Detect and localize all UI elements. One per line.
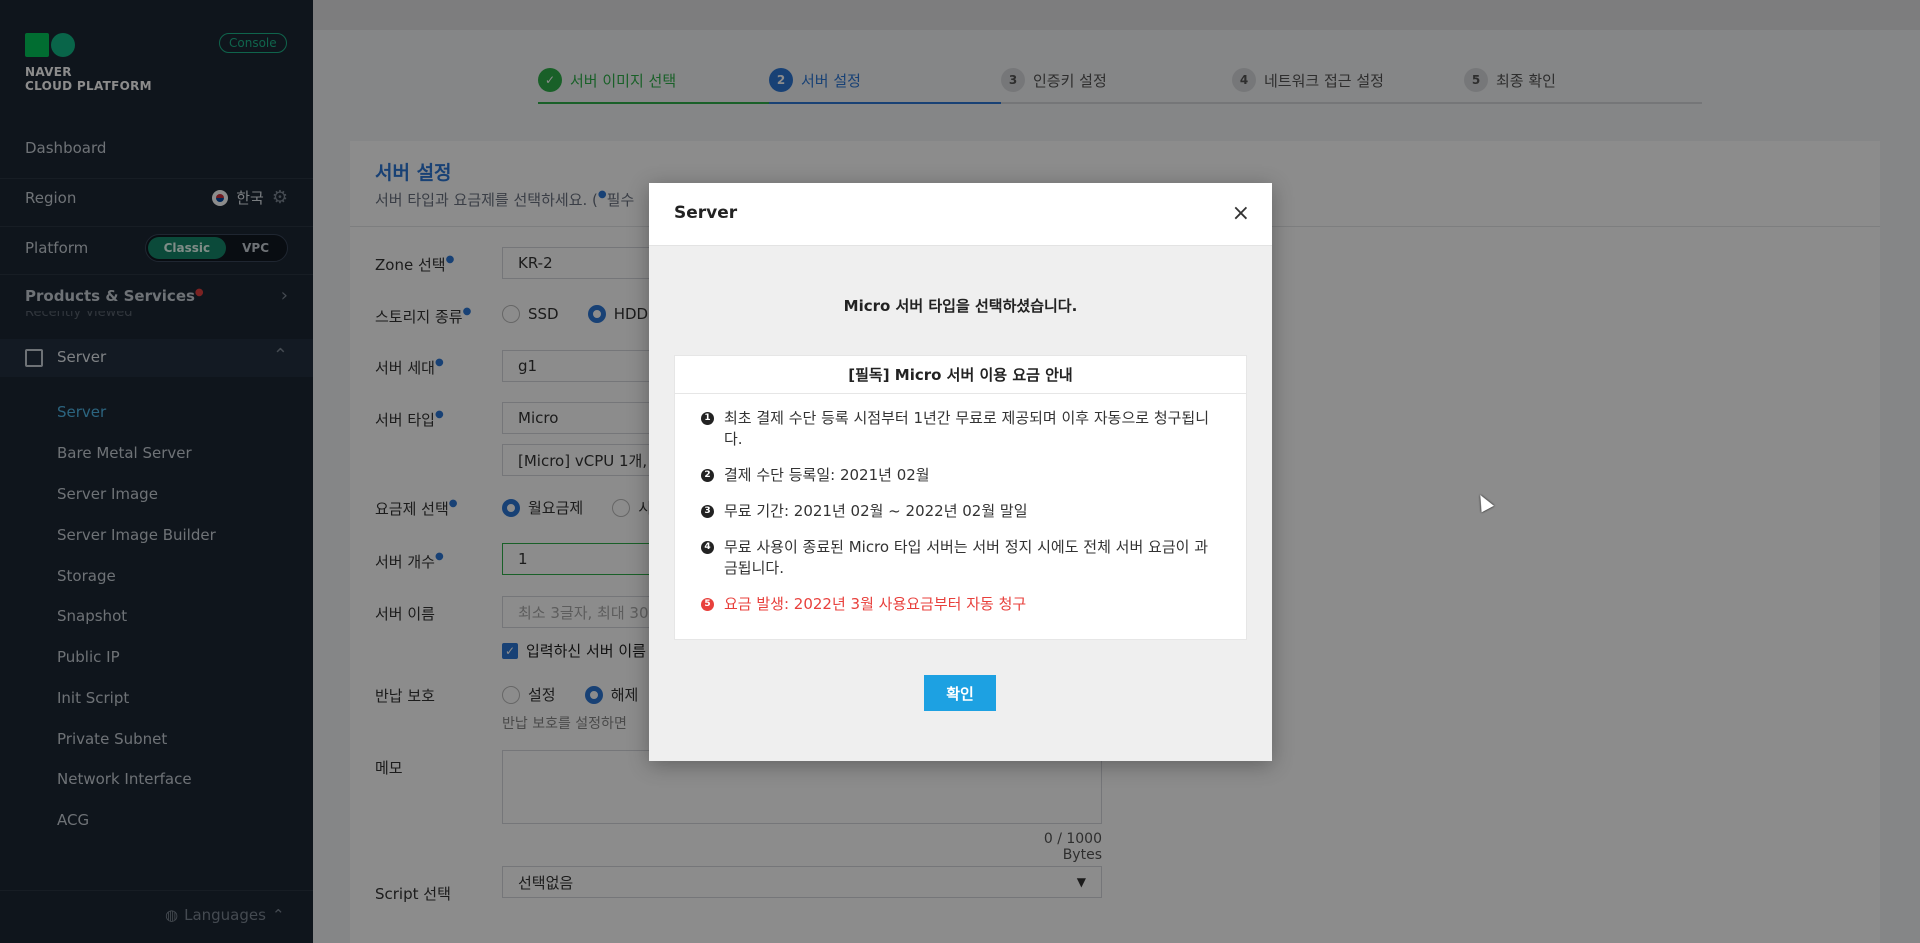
number-2-icon: 2	[701, 469, 714, 482]
notice-item: 3 무료 기간: 2021년 02월 ~ 2022년 02월 말일	[701, 501, 1220, 522]
notice-title: [필독] Micro 서버 이용 요금 안내	[675, 356, 1246, 394]
notice-item-warning: 5 요금 발생: 2022년 3월 사용요금부터 자동 청구	[701, 594, 1220, 615]
notice-item: 1 최초 결제 수단 등록 시점부터 1년간 무료로 제공되며 이후 자동으로 …	[701, 408, 1220, 450]
notice-item: 2 결제 수단 등록일: 2021년 02월	[701, 465, 1220, 486]
confirm-button[interactable]: 확인	[924, 675, 996, 711]
number-1-icon: 1	[701, 412, 714, 425]
notice-item: 4 무료 사용이 종료된 Micro 타입 서버는 서버 정지 시에도 전체 서…	[701, 537, 1220, 579]
micro-server-modal: Server × Micro 서버 타입을 선택하셨습니다. [필독] Micr…	[649, 183, 1272, 761]
notice-list: 1 최초 결제 수단 등록 시점부터 1년간 무료로 제공되며 이후 자동으로 …	[675, 394, 1246, 615]
number-4-icon: 4	[701, 541, 714, 554]
modal-message: Micro 서버 타입을 선택하셨습니다.	[843, 297, 1078, 315]
number-3-icon: 3	[701, 505, 714, 518]
pricing-notice-box: [필독] Micro 서버 이용 요금 안내 1 최초 결제 수단 등록 시점부…	[674, 355, 1247, 640]
modal-title: Server	[674, 203, 738, 223]
number-5-icon: 5	[701, 598, 714, 611]
modal-header: Server ×	[649, 183, 1272, 246]
close-icon[interactable]: ×	[1232, 201, 1250, 226]
